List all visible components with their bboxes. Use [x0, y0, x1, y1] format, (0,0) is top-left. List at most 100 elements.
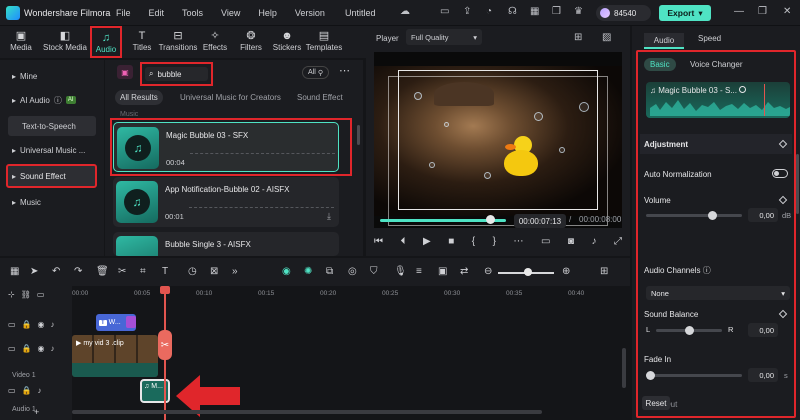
lock-icon[interactable]: 🔒 [22, 320, 32, 329]
menu-version[interactable]: Version [295, 8, 325, 18]
menu-file[interactable]: File [116, 8, 131, 18]
shield-icon[interactable]: ⛉ [370, 266, 378, 277]
mark-in-icon[interactable]: { [472, 236, 475, 247]
crown-icon[interactable]: ♛ [574, 6, 583, 17]
mute-icon[interactable]: ♪ [38, 386, 42, 395]
sound-balance-value[interactable]: 0,00 [748, 323, 778, 337]
nav-sound-effect[interactable]: ▸ Sound Effect [6, 164, 97, 188]
zoom-slider-handle[interactable] [524, 268, 532, 276]
tab-audio-props[interactable]: Audio [644, 33, 684, 49]
export-button[interactable]: Export ▾ [659, 5, 711, 21]
mute-icon[interactable]: ♪ [51, 320, 55, 329]
grid-icon[interactable]: ⊞ [600, 266, 608, 277]
audio-channels-select[interactable]: None ▾ [646, 286, 790, 300]
layout-icon[interactable]: ▦ [10, 266, 19, 277]
video-clip[interactable]: ▶ my vid 3 .clip [72, 335, 158, 377]
menu-view[interactable]: View [221, 8, 240, 18]
tab-media[interactable]: ▣ Media [6, 26, 36, 58]
tab-filters[interactable]: ❂ Filters [234, 26, 268, 58]
text-icon[interactable]: T [162, 266, 168, 277]
menu-tools[interactable]: Tools [182, 8, 203, 18]
eye-icon[interactable]: ◉ [38, 320, 45, 329]
fullscreen-icon[interactable]: ⤢ [614, 236, 622, 247]
tab-sound-effect[interactable]: Sound Effect [297, 93, 343, 102]
reset-button[interactable]: Reset [642, 396, 670, 410]
devices-icon[interactable]: ▭ [440, 6, 449, 17]
lock-icon[interactable]: 🔒 [22, 344, 32, 353]
nav-text-to-speech[interactable]: Text-to-Speech [8, 116, 96, 136]
layout-icon[interactable]: ▦ [530, 6, 539, 17]
motion-icon[interactable]: ◎ [348, 266, 357, 277]
tab-stock-media[interactable]: ◧ Stock Media [40, 26, 90, 58]
grid-view-icon[interactable]: ⊞ [574, 32, 582, 43]
playback-handle[interactable] [486, 215, 495, 224]
tab-speed[interactable]: Speed [698, 34, 721, 43]
tab-effects[interactable]: ✧ Effects [200, 26, 230, 58]
transform-icon[interactable]: ⊠ [210, 266, 218, 277]
sound-balance-handle[interactable] [685, 326, 694, 335]
tab-universal-music[interactable]: Universal Music for Creators [180, 93, 281, 102]
crop-icon[interactable]: ⌗ [140, 266, 146, 277]
scene-icon[interactable]: ▣ [438, 266, 447, 277]
headset-icon[interactable]: ☊ [508, 6, 517, 17]
time-ruler[interactable]: 00:00 00:05 00:10 00:15 00:20 00:25 00:30 00:35… [72, 288, 622, 302]
menu-help[interactable]: Help [258, 8, 277, 18]
gift-icon[interactable]: ❒ [552, 6, 561, 17]
fade-in-handle[interactable] [646, 371, 655, 380]
tab-templates[interactable]: ▤ Templates [304, 26, 344, 58]
stop-icon[interactable]: ■ [448, 236, 454, 247]
eye-icon[interactable]: ◉ [38, 344, 45, 353]
list-item[interactable]: ♫ App Notification-Bubble 02 - AISFX 00:… [113, 177, 339, 227]
mark-out-icon[interactable]: } [493, 236, 496, 247]
maximize-icon[interactable]: ❐ [758, 6, 767, 17]
volume-slider[interactable] [646, 211, 742, 220]
close-icon[interactable]: ✕ [783, 6, 791, 17]
list-item[interactable]: ♫ Magic Bubble 03 - SFX 00:04 [113, 122, 339, 172]
video-preview[interactable] [374, 52, 622, 228]
keyframe-icon[interactable] [778, 309, 788, 319]
sticker-clip[interactable] [126, 316, 136, 328]
speed-icon[interactable]: ◷ [188, 266, 197, 277]
fade-in-value[interactable]: 0,00 [748, 368, 778, 382]
timeline-scrollbar[interactable] [72, 410, 542, 414]
nav-universal-music[interactable]: ▸ Universal Music ... [8, 140, 96, 160]
volume-value[interactable]: 0,00 [748, 208, 778, 222]
add-icon[interactable]: + [34, 407, 39, 417]
more-tools-icon[interactable]: » [232, 266, 238, 277]
fade-in-slider[interactable] [646, 371, 742, 380]
tab-stickers[interactable]: ☻ Stickers [270, 26, 304, 58]
filter-select[interactable]: All ⚲ [302, 66, 329, 79]
quality-select[interactable]: Full Quality ▾ [406, 29, 482, 45]
add-track-icon[interactable]: ⊹ [8, 290, 15, 299]
undo-icon[interactable]: ↶ [52, 266, 60, 277]
auto-normalization-toggle[interactable] [772, 169, 788, 178]
volume-icon[interactable]: ♪ [591, 236, 596, 247]
subtab-voice-changer[interactable]: Voice Changer [690, 60, 742, 69]
inspector-scrollbar[interactable] [796, 154, 799, 214]
cut-icon[interactable]: ✂ [118, 266, 126, 277]
snap-icon[interactable]: ✺ [304, 266, 312, 277]
nav-music[interactable]: ▸ Music [8, 192, 96, 212]
marker-icon[interactable]: ▭ [37, 290, 45, 299]
snapshot-icon[interactable]: ▨ [602, 32, 611, 43]
subtab-basic[interactable]: Basic [644, 58, 676, 71]
download-icon[interactable]: ⤓ [327, 211, 331, 222]
tab-titles[interactable]: T Titles [126, 26, 158, 58]
notification-icon[interactable]: ◔ [486, 6, 492, 17]
menu-edit[interactable]: Edit [149, 8, 165, 18]
list-item[interactable]: Bubble Single 3 - AISFX [113, 232, 339, 256]
camera-icon[interactable]: ◙ [568, 236, 574, 247]
tab-all-results[interactable]: All Results [115, 90, 163, 105]
nav-ai-audio[interactable]: ▸ AI Audio ⓘ AI [8, 90, 96, 110]
lock-icon[interactable]: 🔒 [22, 386, 32, 395]
step-back-icon[interactable]: ⏴ [401, 236, 406, 247]
prev-frame-icon[interactable]: ⏮ [374, 236, 383, 247]
nav-mine[interactable]: ▸ Mine [8, 66, 96, 86]
clip-handle[interactable] [739, 86, 746, 93]
redo-icon[interactable]: ↷ [74, 266, 82, 277]
microphone-icon[interactable]: 🎙 [394, 266, 407, 277]
timeline-vertical-scrollbar[interactable] [622, 348, 626, 388]
folder-icon[interactable]: ▣ [117, 65, 133, 79]
keyframe-icon[interactable] [778, 195, 788, 205]
adjustment-header[interactable]: Adjustment [640, 134, 792, 154]
